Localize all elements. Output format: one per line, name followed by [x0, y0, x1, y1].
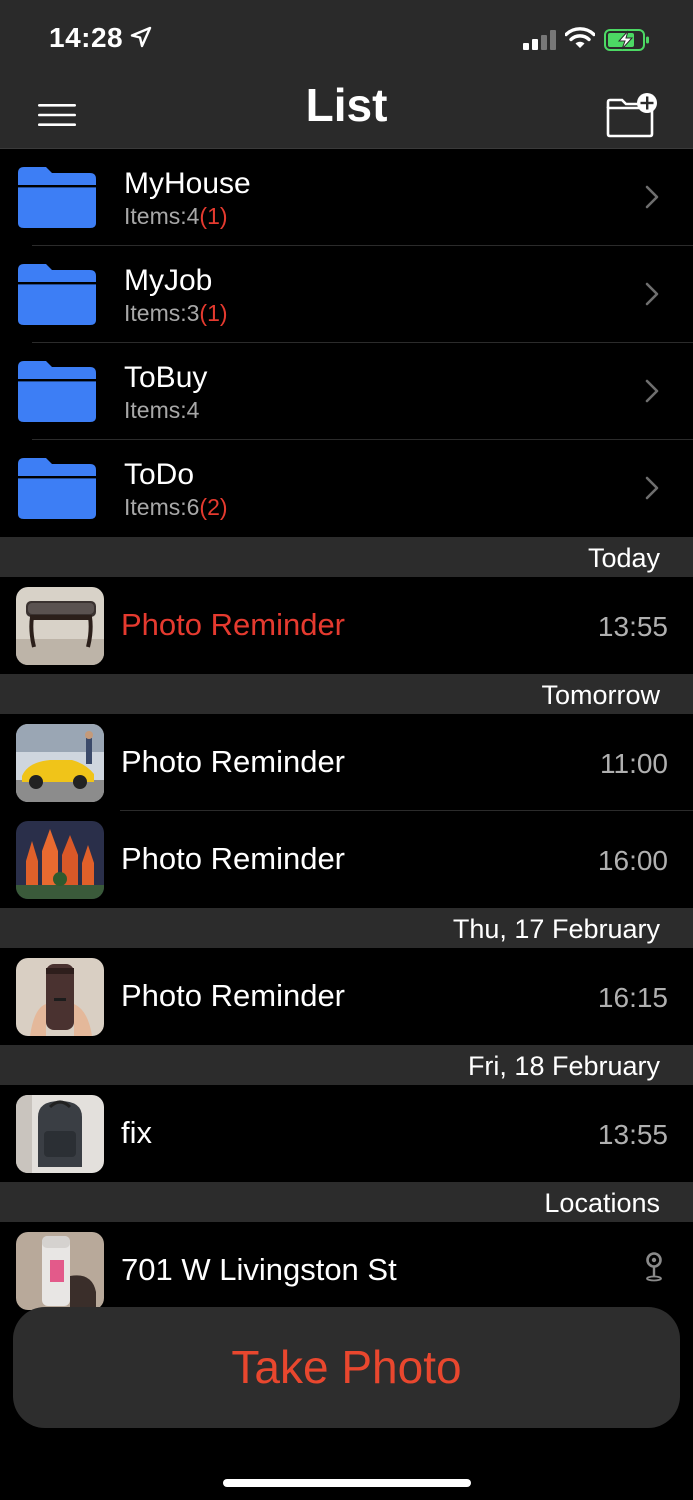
reminder-time: 16:00	[597, 845, 668, 876]
reminder-row[interactable]: fix 13:55	[0, 1085, 693, 1182]
folder-row-todo[interactable]: ToDo Items:6(2)	[0, 440, 693, 537]
pending-badge: (1)	[199, 300, 228, 326]
location-reminder-row[interactable]: 701 W Livingston St	[0, 1222, 693, 1319]
cellular-signal-icon	[523, 30, 556, 50]
add-folder-icon[interactable]	[604, 90, 662, 140]
folder-name: MyHouse	[124, 167, 251, 200]
section-header-fri: Fri, 18 February	[0, 1045, 693, 1085]
folder-name: ToBuy	[124, 361, 208, 394]
main-list: MyHouse Items:4(1) MyJob Items:3(1) ToBu…	[0, 149, 693, 1319]
battery-charging-icon	[604, 29, 649, 51]
wifi-icon	[565, 27, 595, 48]
folder-icon	[18, 361, 96, 422]
map-pin-icon	[646, 1252, 662, 1282]
folder-name: MyJob	[124, 264, 213, 297]
folder-icon	[18, 167, 96, 228]
reminder-thumbnail	[16, 724, 104, 802]
page-title: List	[305, 79, 388, 131]
chevron-right-icon	[645, 282, 659, 306]
folder-row-myjob[interactable]: MyJob Items:3(1)	[0, 246, 693, 343]
reminder-time: 13:55	[597, 1119, 668, 1150]
reminder-row[interactable]: Photo Reminder 11:00	[0, 714, 693, 811]
location-title: 701 W Livingston St	[121, 1252, 397, 1287]
location-arrow-icon	[130, 26, 152, 48]
reminder-time: 16:15	[597, 982, 668, 1013]
nav-bar: List	[0, 80, 693, 149]
folder-item-count: Items:4	[124, 397, 200, 423]
folder-icon	[18, 458, 96, 519]
reminder-thumbnail	[16, 1232, 104, 1310]
reminder-thumbnail	[16, 821, 104, 899]
pending-badge: (2)	[199, 494, 228, 520]
reminder-thumbnail	[16, 958, 104, 1036]
folder-row-myhouse[interactable]: MyHouse Items:4(1)	[0, 149, 693, 246]
chevron-right-icon	[645, 185, 659, 209]
reminder-title: fix	[121, 1115, 152, 1150]
section-header-tomorrow: Tomorrow	[0, 674, 693, 714]
folder-row-tobuy[interactable]: ToBuy Items:4	[0, 343, 693, 440]
reminder-row[interactable]: Photo Reminder 16:00	[0, 811, 693, 908]
folder-item-count: Items:3(1)	[124, 300, 228, 326]
status-bar: 14:28	[0, 0, 693, 80]
folder-icon	[18, 264, 96, 325]
folder-item-count: Items:6(2)	[124, 494, 228, 520]
take-photo-button[interactable]: Take Photo	[13, 1307, 680, 1428]
folder-name: ToDo	[124, 458, 195, 491]
reminder-title: Photo Reminder	[121, 841, 346, 876]
section-header-locations: Locations	[0, 1182, 693, 1222]
reminder-row[interactable]: Photo Reminder 13:55	[0, 577, 693, 674]
reminder-time: 11:00	[600, 748, 668, 779]
chevron-right-icon	[645, 379, 659, 403]
reminder-title: Photo Reminder	[121, 744, 346, 779]
reminder-thumbnail	[16, 587, 104, 665]
status-time: 14:28	[49, 22, 124, 53]
reminder-time: 13:55	[597, 611, 668, 642]
pending-badge: (1)	[199, 203, 228, 229]
section-header-today: Today	[0, 537, 693, 577]
folder-item-count: Items:4(1)	[124, 203, 228, 229]
reminder-title: Photo Reminder	[121, 978, 346, 1013]
section-header-thu: Thu, 17 February	[0, 908, 693, 948]
chevron-right-icon	[645, 476, 659, 500]
reminder-title: Photo Reminder	[121, 607, 346, 642]
reminder-row[interactable]: Photo Reminder 16:15	[0, 948, 693, 1045]
reminder-thumbnail	[16, 1095, 104, 1173]
home-indicator	[223, 1479, 471, 1487]
